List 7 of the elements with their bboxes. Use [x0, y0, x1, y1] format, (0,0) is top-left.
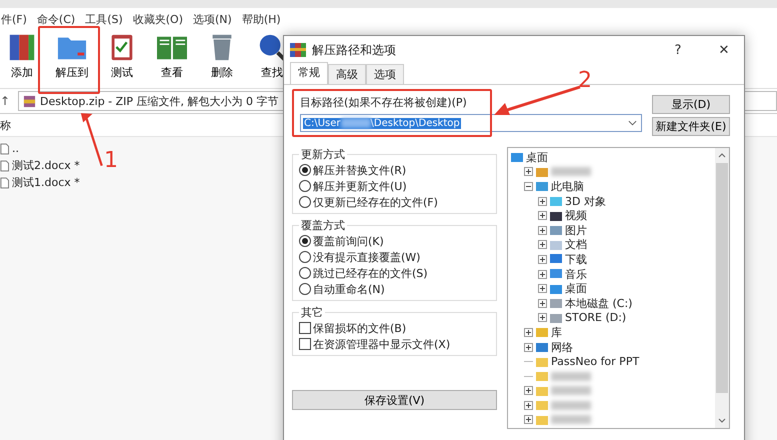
group-title: 更新方式 [300, 147, 346, 162]
dialog-title: 解压路径和选项 [312, 42, 397, 58]
group-title: 覆盖方式 [300, 218, 346, 233]
step-number: 2 [578, 68, 592, 93]
step-number: 1 [104, 148, 118, 173]
group-title: 其它 [300, 305, 324, 320]
path-label: 目标路径(如果不存在将被创建)(P) [300, 95, 468, 110]
